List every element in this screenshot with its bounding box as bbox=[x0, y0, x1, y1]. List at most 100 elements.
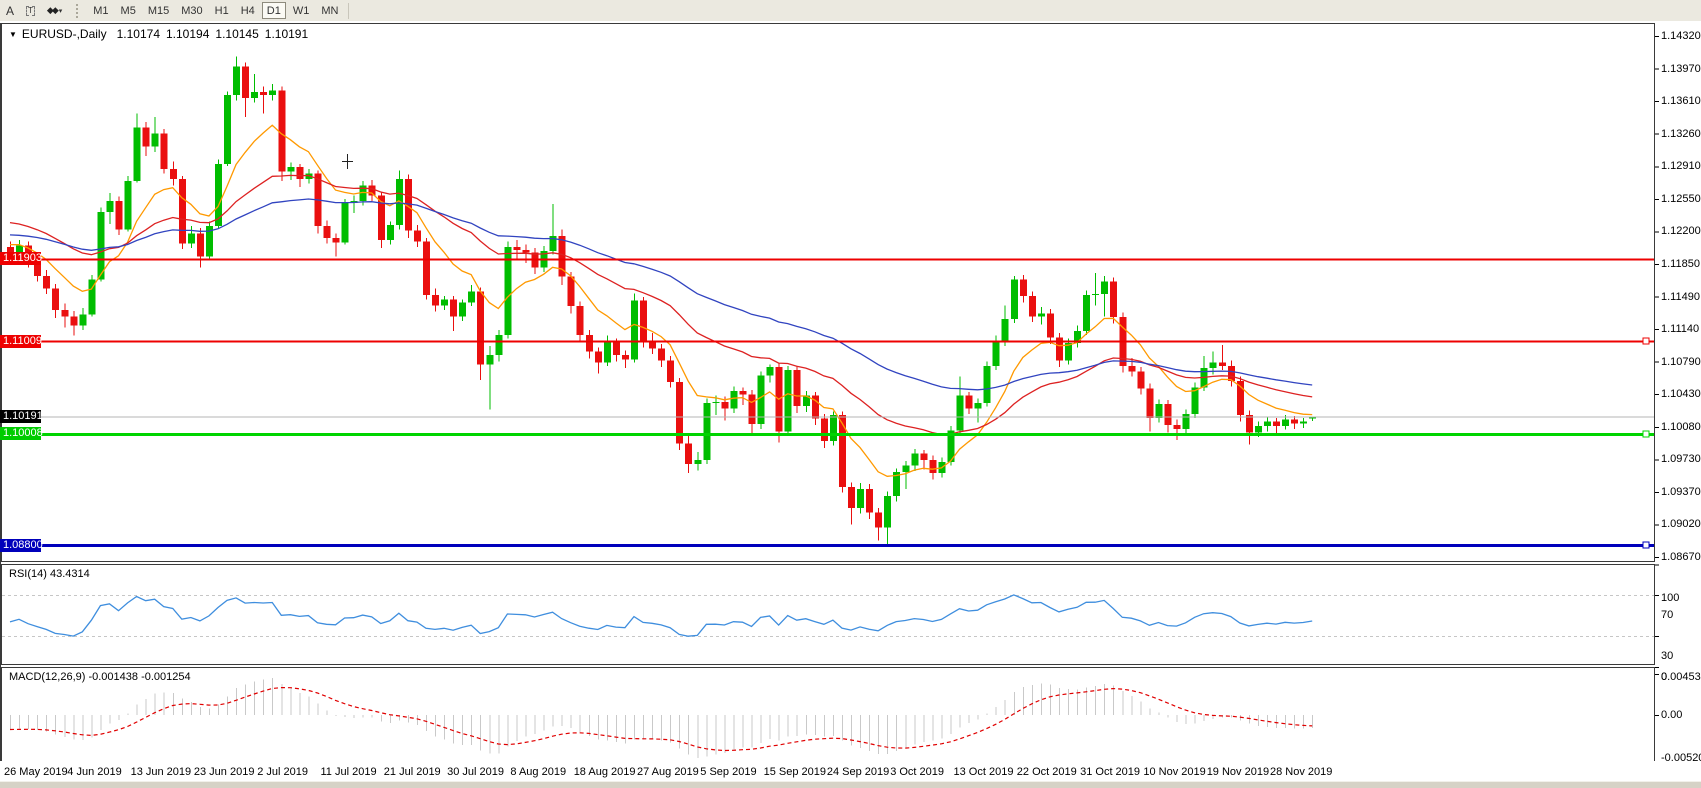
candle-body bbox=[586, 335, 593, 352]
candle-body bbox=[1210, 362, 1217, 368]
pane-border bbox=[2, 565, 1655, 665]
candle-body bbox=[1291, 420, 1298, 424]
candle-body bbox=[993, 342, 1000, 366]
candle-body bbox=[902, 466, 909, 472]
candle-body bbox=[911, 454, 918, 466]
terminal-window: A T ◆◆ ▾ M1M5M15M30H1H4D1W1MN ▼ EURUSD-,D… bbox=[0, 0, 1701, 788]
rsi-level-label: 100 bbox=[1661, 592, 1679, 604]
candle-body bbox=[1183, 414, 1190, 429]
date-label: 2 Jul 2019 bbox=[257, 766, 308, 778]
line-drag-handle[interactable] bbox=[1643, 542, 1649, 548]
tf-button-H4[interactable]: H4 bbox=[236, 2, 260, 19]
tf-button-W1[interactable]: W1 bbox=[288, 2, 315, 19]
date-label: 5 Sep 2019 bbox=[700, 766, 756, 778]
date-label: 27 Aug 2019 bbox=[637, 766, 699, 778]
date-label: 23 Jun 2019 bbox=[194, 766, 255, 778]
candle-body bbox=[224, 95, 231, 164]
candle-body bbox=[459, 302, 466, 316]
price-tick-label: 1.14320 bbox=[1661, 30, 1701, 42]
candle-body bbox=[342, 203, 349, 243]
candle-body bbox=[839, 415, 846, 487]
candle-body bbox=[821, 419, 828, 441]
date-label: 26 May 2019 bbox=[4, 766, 68, 778]
price-tag-label: 1.08800 bbox=[0, 539, 41, 552]
candle-body bbox=[1300, 421, 1307, 423]
price-tag-label: 1.11009 bbox=[0, 335, 41, 348]
tf-button-D1[interactable]: D1 bbox=[262, 2, 286, 19]
date-label: 21 Jul 2019 bbox=[384, 766, 441, 778]
line-drag-handle[interactable] bbox=[1643, 431, 1649, 437]
candle-body bbox=[1146, 388, 1153, 418]
candle-body bbox=[1047, 314, 1054, 338]
price-tick-label: 1.12910 bbox=[1661, 160, 1701, 172]
tf-button-M5[interactable]: M5 bbox=[116, 2, 141, 19]
candle-body bbox=[568, 277, 575, 307]
label-tool-button[interactable]: T bbox=[21, 2, 40, 19]
candle-body bbox=[97, 212, 104, 279]
shapes-tool-button[interactable]: ◆◆ ▾ bbox=[42, 2, 67, 19]
line-drag-handle[interactable] bbox=[1643, 338, 1649, 344]
candle-body bbox=[70, 316, 77, 325]
pane-border bbox=[2, 668, 1655, 764]
date-label: 31 Oct 2019 bbox=[1080, 766, 1140, 778]
pane-border bbox=[2, 24, 1655, 562]
date-label: 13 Jun 2019 bbox=[131, 766, 192, 778]
price-tick-label: 1.09370 bbox=[1661, 486, 1701, 498]
candle-body bbox=[486, 355, 493, 364]
collapse-triangle-icon[interactable]: ▼ bbox=[9, 30, 17, 39]
candle-body bbox=[495, 335, 502, 355]
candle-body bbox=[324, 226, 331, 238]
date-label: 19 Nov 2019 bbox=[1207, 766, 1269, 778]
date-label: 24 Sep 2019 bbox=[827, 766, 889, 778]
candle-body bbox=[631, 301, 638, 360]
candle-body bbox=[1165, 404, 1172, 425]
candle-body bbox=[1264, 421, 1271, 426]
price-tick-label: 1.13970 bbox=[1661, 63, 1701, 75]
chart-area[interactable]: ▼EURUSD-,Daily1.101741.101941.101451.101… bbox=[0, 21, 1701, 788]
candle-body bbox=[423, 242, 430, 295]
candle-body bbox=[251, 92, 258, 98]
rsi-line bbox=[10, 595, 1312, 636]
date-label: 13 Oct 2019 bbox=[954, 766, 1014, 778]
candle-body bbox=[767, 367, 774, 375]
text-tool-button[interactable]: A bbox=[1, 2, 19, 19]
tf-button-M1[interactable]: M1 bbox=[88, 2, 113, 19]
candle-body bbox=[857, 489, 864, 508]
candle-body bbox=[197, 233, 204, 256]
macd-pane-label: MACD(12,26,9) -0.001438 -0.001254 bbox=[9, 671, 191, 683]
candle-body bbox=[966, 396, 973, 409]
price-tick-label: 1.12550 bbox=[1661, 193, 1701, 205]
candle-body bbox=[866, 489, 873, 513]
date-label: 4 Jun 2019 bbox=[67, 766, 121, 778]
candle-body bbox=[432, 295, 439, 305]
candle-body bbox=[848, 487, 855, 508]
candle-body bbox=[333, 238, 340, 243]
candle-body bbox=[658, 349, 665, 361]
chart-canvas[interactable] bbox=[0, 21, 1701, 788]
candle-body bbox=[640, 301, 647, 342]
candle-body bbox=[1128, 366, 1135, 372]
candle-body bbox=[43, 276, 50, 289]
symbol-label: EURUSD-,Daily bbox=[22, 27, 107, 41]
candle-body bbox=[61, 310, 68, 316]
chevron-down-icon: ▾ bbox=[59, 7, 63, 15]
candle-body bbox=[1029, 296, 1036, 316]
macd-scale-label: 0.00 bbox=[1661, 709, 1682, 721]
date-label: 3 Oct 2019 bbox=[890, 766, 944, 778]
candle-body bbox=[1174, 425, 1181, 429]
date-label: 10 Nov 2019 bbox=[1143, 766, 1205, 778]
tf-button-M30[interactable]: M30 bbox=[176, 2, 207, 19]
candle-body bbox=[1155, 404, 1162, 418]
candle-body bbox=[613, 342, 620, 355]
toolbar-grip[interactable] bbox=[76, 4, 81, 18]
tf-button-MN[interactable]: MN bbox=[316, 2, 343, 19]
candle-body bbox=[170, 169, 177, 179]
price-tag-label: 1.10191 bbox=[0, 410, 41, 423]
tf-button-H1[interactable]: H1 bbox=[210, 2, 234, 19]
candle-body bbox=[884, 496, 891, 527]
price-tick-label: 1.09020 bbox=[1661, 518, 1701, 530]
tf-button-M15[interactable]: M15 bbox=[143, 2, 174, 19]
candle-body bbox=[296, 167, 303, 179]
candle-body bbox=[703, 403, 710, 460]
timeframe-group: M1M5M15M30H1H4D1W1MN bbox=[87, 2, 344, 19]
